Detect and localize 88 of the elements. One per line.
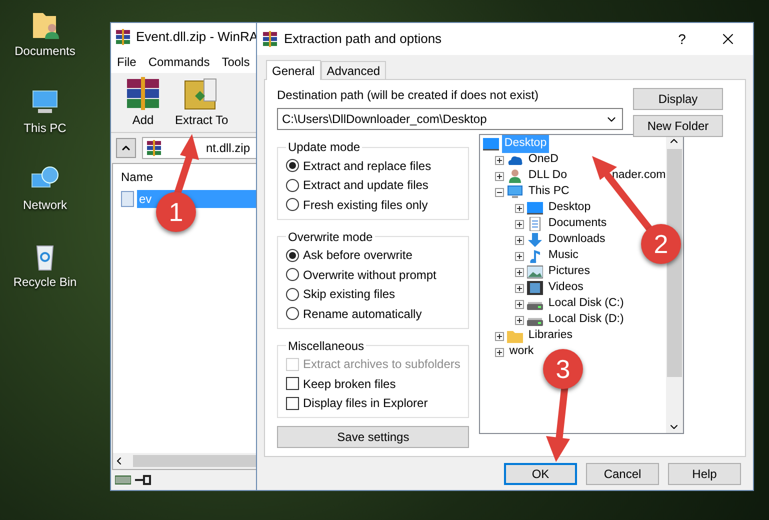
dialog-button[interactable]: Cancel [586,463,659,485]
tree-item[interactable]: Desktop [546,199,593,217]
expand-icon[interactable] [515,268,524,276]
tree-item[interactable]: Music [546,247,580,265]
tab[interactable]: General [266,60,321,80]
collapse-icon[interactable] [495,188,504,196]
expand-icon[interactable] [515,284,524,292]
monitor-icon [527,201,544,215]
tree-item[interactable]: nader.com [612,167,666,185]
checkbox[interactable] [286,377,299,390]
tree-item[interactable]: DLL Do [526,167,569,185]
option-label: Rename automatically [303,306,422,323]
option-label: Display files in Explorer [303,395,428,412]
option-label: Skip existing files [303,286,396,304]
key-icon [135,475,151,485]
option-label: Keep broken files [303,376,396,393]
up-folder-button[interactable] [116,138,136,158]
group-title: Miscellaneous [287,338,366,354]
option-label: Extract archives to subfolders [303,356,460,374]
option-label: Extract and replace files [303,158,432,175]
destination-path-field[interactable]: C:\Users\DllDownloader_com\Desktop [277,108,623,130]
expand-icon[interactable] [515,204,524,212]
monitor-icon [483,137,500,151]
archive-books-icon [146,140,162,156]
expand-icon[interactable] [515,316,524,324]
window-title: Event.dll.zip - WinRA [136,28,258,46]
tree-item[interactable]: Local Disk (C:) [546,295,626,313]
archive-books-icon [115,29,131,45]
film-icon [527,281,544,295]
tree-item[interactable]: Downloads [546,231,608,249]
desktop-icon-label[interactable]: Network [22,196,67,214]
tree-item[interactable]: Local Disk (D:) [546,311,626,329]
toolbar-button[interactable]: Add [123,77,163,129]
file-icon [121,191,134,207]
radio-button[interactable] [286,198,299,212]
tab[interactable]: Advanced [320,61,386,79]
desktop-icon-label[interactable]: Documents [14,42,76,60]
radio-button[interactable] [286,288,299,301]
archive-books-icon [262,31,278,47]
tree-item[interactable]: This PC [526,183,572,201]
radio-button[interactable] [286,268,299,282]
menu-item[interactable]: Commands [148,53,210,71]
tree-item[interactable]: Libraries [526,327,575,345]
menu-item[interactable]: File [117,53,136,71]
expand-icon[interactable] [515,300,524,308]
tree-item[interactable]: work [507,343,536,361]
tree-item[interactable]: Videos [546,279,586,297]
download-arrow-icon [527,233,544,247]
desktop-icon-label[interactable]: This PC [24,119,66,137]
checkbox[interactable] [286,396,299,410]
expand-icon[interactable] [515,220,524,228]
side-button[interactable]: Display [633,88,723,110]
expand-icon[interactable] [495,332,504,340]
expand-icon[interactable] [495,172,504,180]
group-title: Update mode [287,139,362,156]
option-label: Fresh existing files only [303,196,428,214]
tree-item[interactable]: Pictures [546,263,592,281]
desktop-icon-label[interactable]: Recycle Bin [13,273,77,291]
document-icon [527,217,544,231]
expand-icon[interactable] [515,236,524,244]
picture-icon [527,265,544,279]
option-label: Extract and update files [303,177,428,194]
help-button[interactable]: ? [662,28,702,50]
user-icon [507,169,524,183]
radio-button[interactable] [286,307,299,320]
save-settings-button[interactable]: Save settings [277,426,470,448]
dialog-button[interactable]: OK [504,463,577,485]
toolbar-button[interactable]: Extract To [175,77,228,129]
radio-button[interactable] [286,248,299,262]
group-title: Overwrite mode [287,228,374,246]
vertical-scrollbar[interactable] [666,135,683,433]
radio-button[interactable] [286,178,299,192]
tree-item[interactable]: Documents [546,215,609,233]
option-label: Overwrite without prompt [303,266,436,284]
radio-button[interactable] [286,159,299,172]
dialog-button[interactable]: Help [668,463,741,485]
field-label: Destination path (will be created if does not exist) [277,87,540,104]
dialog-title: Extraction path and options [284,30,443,48]
menu-item[interactable]: Tools [222,53,250,71]
drive-icon [115,475,131,485]
expand-icon[interactable] [495,348,504,356]
tree-item[interactable]: OneD [526,151,560,169]
option-label: Ask before overwrite [303,247,412,264]
expand-icon[interactable] [515,252,524,260]
side-button[interactable]: New Folder [633,115,723,137]
expand-icon[interactable] [495,156,504,164]
folder-icon [507,329,524,343]
computer-icon [507,185,524,199]
